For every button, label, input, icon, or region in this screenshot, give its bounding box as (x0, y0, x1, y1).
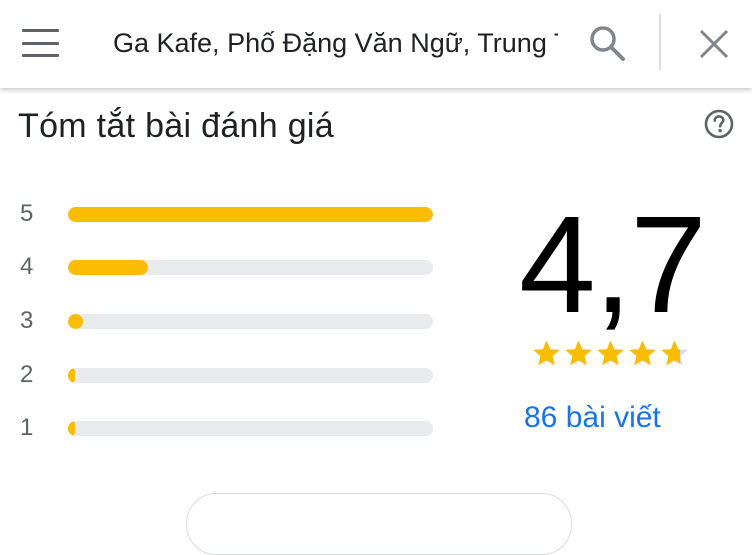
rating-bar-track (68, 314, 433, 329)
review-summary-section: Tóm tắt bài đánh giá 5 4 3 2 1 4,7 86 bà… (0, 88, 752, 555)
rating-label: 2 (20, 361, 34, 388)
star-icon (661, 340, 688, 366)
rating-label: 3 (20, 307, 34, 334)
reviews-count-link[interactable]: 86 bài viết (524, 399, 661, 437)
rating-bar-fill (68, 207, 433, 222)
rating-bar-track (68, 421, 433, 436)
search-icon[interactable] (586, 22, 628, 64)
close-icon[interactable] (693, 23, 735, 65)
rating-bar-fill (68, 368, 76, 383)
rating-row-4[interactable]: 4 (0, 252, 440, 282)
hamburger-menu-icon (22, 54, 59, 57)
rating-row-5[interactable]: 5 (0, 199, 440, 229)
rating-bar-track (68, 368, 433, 383)
hamburger-menu-icon (22, 29, 59, 32)
star-icon (629, 340, 656, 366)
section-title: Tóm tắt bài đánh giá (18, 107, 334, 145)
rating-row-3[interactable]: 3 (0, 306, 440, 336)
rating-bar-track (68, 260, 433, 275)
rating-label: 5 (20, 200, 34, 227)
header-divider (659, 14, 661, 70)
rating-bar-fill (68, 260, 149, 275)
average-rating: 4,7 (519, 188, 707, 342)
menu-button[interactable] (22, 29, 60, 57)
star-icon (597, 340, 624, 366)
write-review-button[interactable] (186, 493, 572, 555)
help-circle-icon[interactable] (703, 108, 735, 140)
search-input[interactable] (113, 25, 558, 61)
rating-bar-fill (68, 421, 76, 436)
rating-row-2[interactable]: 2 (0, 360, 440, 390)
hamburger-menu-icon (22, 41, 59, 45)
rating-row-1[interactable]: 1 (0, 413, 440, 443)
star-icon (533, 340, 560, 366)
rating-bar-fill (68, 314, 83, 329)
rating-label: 4 (20, 253, 34, 280)
rating-bar-track (68, 207, 433, 222)
search-header (0, 0, 752, 88)
star-icon (565, 340, 592, 366)
rating-label: 1 (20, 414, 34, 441)
star-rating (532, 339, 692, 369)
